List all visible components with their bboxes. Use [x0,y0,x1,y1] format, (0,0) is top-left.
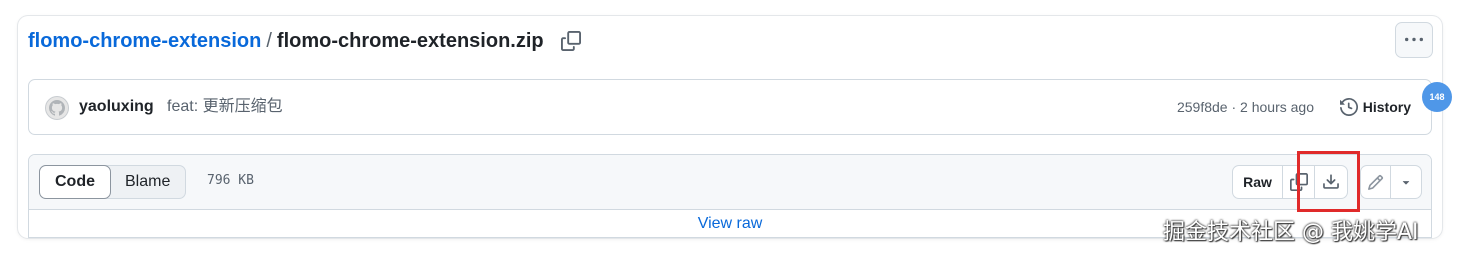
file-view-card: flomo-chrome-extension / flomo-chrome-ex… [18,16,1452,238]
triangle-down-icon [1402,181,1410,185]
github-mark-icon [49,100,65,116]
download-raw-button[interactable] [1315,166,1347,198]
history-label: History [1362,99,1411,115]
repo-link[interactable]: flomo-chrome-extension [28,30,261,53]
view-toggle: Code Blame [39,165,187,199]
edit-file-button[interactable] [1361,166,1391,198]
commit-message[interactable]: feat: 更新压缩包 [167,96,283,118]
breadcrumb-separator: / [266,29,272,52]
commit-sha[interactable]: 259f8de [1177,99,1228,115]
commit-author[interactable]: yaoluxing [79,96,154,118]
breadcrumb: flomo-chrome-extension / flomo-chrome-ex… [28,26,582,56]
latest-commit-box: yaoluxing feat: 更新压缩包 259f8de · 2 hours … [28,79,1432,135]
meta-dot: · [1231,99,1237,115]
file-toolbar: Code Blame 796 KB Raw [29,155,1431,210]
copy-icon [1289,173,1308,191]
copy-path-button[interactable] [560,30,582,52]
copy-raw-button[interactable] [1283,166,1315,198]
notification-badge[interactable]: 148 [1422,82,1452,112]
more-options-button[interactable] [1395,22,1433,58]
watermark-text: 掘金技术社区 @ 我姚学AI [1163,220,1419,245]
file-size: 796 KB [207,173,254,188]
kebab-horizontal-icon [1405,37,1423,42]
raw-actions-group: Raw [1232,165,1348,199]
history-icon [1339,98,1358,116]
avatar[interactable] [45,96,69,120]
raw-button[interactable]: Raw [1233,166,1283,198]
copy-icon [560,31,581,51]
more-edit-options-button[interactable] [1391,166,1421,198]
pencil-icon [1368,174,1384,190]
history-button[interactable]: History [1339,94,1411,120]
tab-code[interactable]: Code [39,165,111,199]
commit-meta: 259f8de · 2 hours ago [1177,97,1314,117]
edit-actions-group [1360,165,1422,199]
file-name: flomo-chrome-extension.zip [276,29,544,52]
tab-blame[interactable]: Blame [110,166,185,198]
commit-time: 2 hours ago [1240,99,1314,115]
download-icon [1323,174,1339,189]
